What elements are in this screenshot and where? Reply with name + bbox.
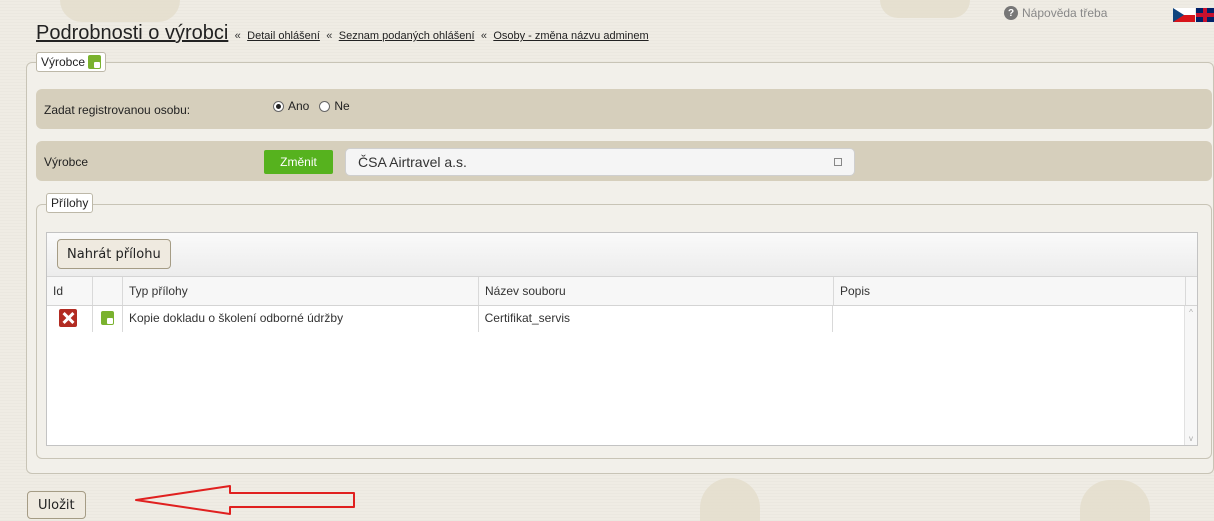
manufacturer-legend: Výrobce bbox=[36, 52, 107, 72]
grid-body: Kopie dokladu o školení odborné údržby C… bbox=[47, 306, 1185, 445]
manufacturer-value: ČSA Airtravel a.s. bbox=[358, 154, 467, 170]
file-icon-cell bbox=[93, 306, 123, 332]
help-link[interactable]: ? Nápověda třeba bbox=[1004, 6, 1107, 20]
delete-cell bbox=[47, 306, 93, 332]
change-manufacturer-button[interactable]: Změnit bbox=[264, 150, 333, 174]
breadcrumb-separator: « bbox=[234, 30, 241, 42]
column-header-id[interactable]: Id bbox=[47, 277, 93, 305]
delete-icon[interactable] bbox=[59, 309, 77, 327]
breadcrumb-separator: « bbox=[480, 30, 487, 42]
breadcrumb: Podrobnosti o výrobci « Detail ohlášení … bbox=[36, 22, 649, 45]
page-title: Podrobnosti o výrobci bbox=[36, 22, 229, 44]
file-name-cell: Certifikat_servis bbox=[479, 306, 834, 332]
upload-attachment-button[interactable]: Nahrát přílohu bbox=[57, 239, 171, 269]
column-header-file-name[interactable]: Název souboru bbox=[479, 277, 834, 305]
table-row[interactable]: Kopie dokladu o školení odborné údržby C… bbox=[47, 306, 1185, 332]
save-button[interactable]: Uložit bbox=[27, 491, 86, 519]
page: ? Nápověda třeba Podrobnosti o výrobci «… bbox=[0, 0, 1214, 521]
column-header-description[interactable]: Popis bbox=[834, 277, 1186, 305]
breadcrumb-list-link[interactable]: Seznam podaných ohlášení bbox=[339, 30, 475, 42]
radio-yes[interactable] bbox=[273, 100, 284, 112]
open-popup-icon[interactable] bbox=[834, 158, 842, 166]
registered-person-radio-group: Ano Ne bbox=[273, 99, 350, 113]
document-icon bbox=[88, 55, 102, 69]
uk-flag-icon[interactable] bbox=[1196, 8, 1214, 22]
column-header-type[interactable]: Typ přílohy bbox=[123, 277, 479, 305]
attachments-grid: Nahrát přílohu Id Typ přílohy Název soub… bbox=[46, 232, 1198, 446]
breadcrumb-persons-link[interactable]: Osoby - změna názvu adminem bbox=[493, 30, 648, 42]
help-label: Nápověda třeba bbox=[1022, 6, 1108, 20]
help-icon: ? bbox=[1004, 6, 1018, 20]
document-icon[interactable] bbox=[100, 311, 114, 325]
description-cell bbox=[833, 306, 1185, 332]
czech-flag-icon[interactable] bbox=[1173, 8, 1195, 22]
attachment-type-cell: Kopie dokladu o školení odborné údržby bbox=[123, 306, 479, 332]
radio-yes-label[interactable]: Ano bbox=[288, 99, 309, 113]
grid-toolbar: Nahrát přílohu bbox=[47, 233, 1197, 277]
radio-no[interactable] bbox=[319, 100, 331, 112]
attachments-legend-label: Přílohy bbox=[51, 196, 89, 210]
registered-person-label: Zadat registrovanou osobu: bbox=[44, 103, 191, 117]
column-header-icon bbox=[93, 277, 123, 305]
grid-header: Id Typ přílohy Název souboru Popis bbox=[47, 277, 1197, 306]
breadcrumb-detail-link[interactable]: Detail ohlášení bbox=[247, 30, 320, 42]
annotation-arrow bbox=[135, 485, 355, 515]
scroll-up-icon[interactable]: ^ bbox=[1185, 308, 1197, 317]
annotation-arrow-shape bbox=[135, 485, 355, 515]
manufacturer-field[interactable]: ČSA Airtravel a.s. bbox=[345, 148, 855, 176]
grid-scrollbar[interactable]: ^ v bbox=[1184, 306, 1197, 445]
radio-no-label[interactable]: Ne bbox=[334, 99, 349, 113]
manufacturer-row: Výrobce Změnit ČSA Airtravel a.s. bbox=[36, 141, 1212, 181]
registered-person-row: Zadat registrovanou osobu: Ano Ne bbox=[36, 89, 1212, 129]
manufacturer-label: Výrobce bbox=[44, 155, 89, 169]
manufacturer-legend-label: Výrobce bbox=[41, 55, 86, 69]
scroll-down-icon[interactable]: v bbox=[1185, 434, 1197, 443]
breadcrumb-separator: « bbox=[326, 30, 333, 42]
attachments-legend: Přílohy bbox=[46, 193, 94, 213]
